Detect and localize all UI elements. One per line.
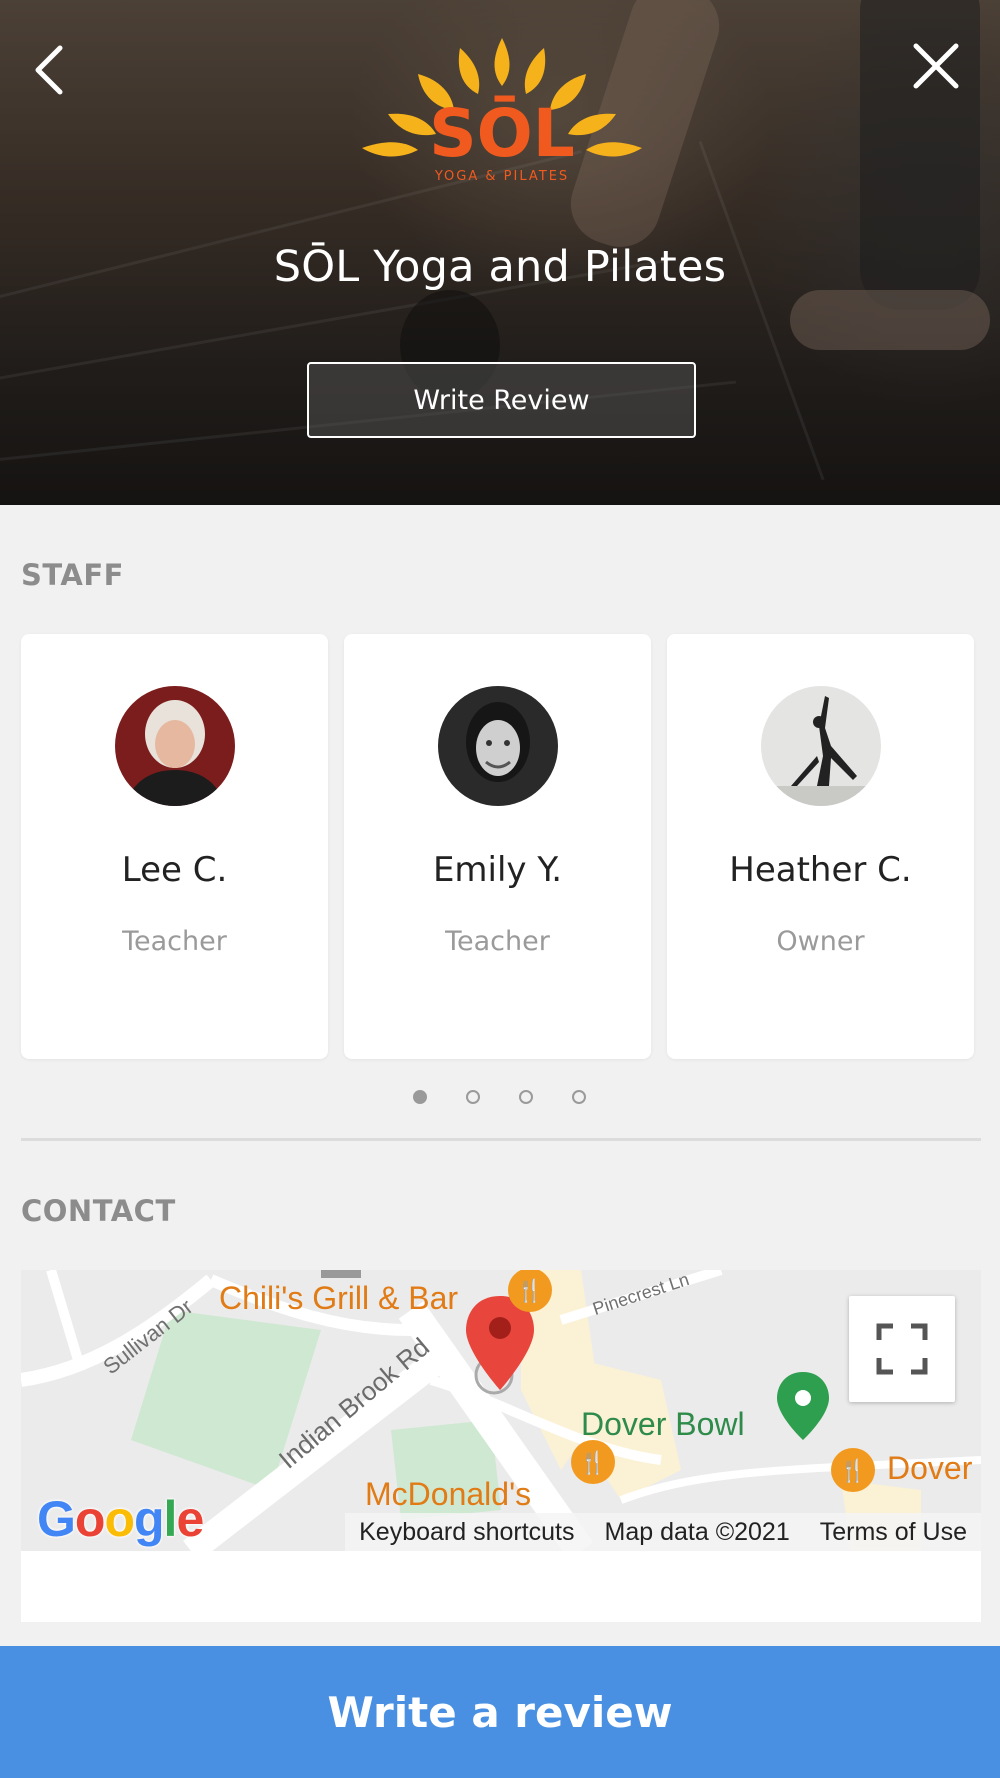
write-review-label: Write Review: [413, 384, 590, 416]
carousel-dot-2[interactable]: [466, 1090, 480, 1104]
map-poi-label[interactable]: McDonald's: [365, 1476, 531, 1513]
close-icon: [913, 43, 959, 89]
fullscreen-icon: [876, 1323, 928, 1375]
business-name: SŌL Yoga and Pilates: [273, 242, 727, 292]
google-logo[interactable]: Google: [37, 1490, 204, 1548]
carousel-pagination: [0, 1090, 1000, 1104]
staff-role: Teacher: [445, 926, 550, 957]
map-poi-label[interactable]: Chili's Grill & Bar: [219, 1280, 458, 1317]
contact-card: 🍴 🍴 🍴 Chili's Grill & Bar Dover Bowl McD…: [21, 1270, 981, 1622]
keyboard-shortcuts-link[interactable]: Keyboard shortcuts: [359, 1518, 574, 1547]
svg-text:SŌL: SŌL: [429, 95, 575, 172]
avatar: [438, 686, 558, 806]
back-button[interactable]: [30, 44, 70, 96]
map-fullscreen-button[interactable]: [849, 1296, 955, 1402]
carousel-dot-4[interactable]: [572, 1090, 586, 1104]
business-detail-page: SŌL YOGA & PILATES SŌL Yoga and Pilates …: [0, 0, 1000, 1778]
staff-name: Lee C.: [121, 850, 228, 890]
svg-text:🍴: 🍴: [516, 1278, 543, 1304]
staff-card[interactable]: Heather C. Owner: [667, 634, 974, 1059]
contact-section-title: CONTACT: [21, 1194, 176, 1228]
section-divider: [21, 1138, 981, 1141]
staff-card[interactable]: Emily Y. Teacher: [344, 634, 651, 1059]
location-map[interactable]: 🍴 🍴 🍴 Chili's Grill & Bar Dover Bowl McD…: [21, 1270, 981, 1551]
write-review-button[interactable]: Write Review: [307, 362, 696, 438]
close-button[interactable]: [912, 42, 960, 90]
avatar: [761, 686, 881, 806]
svg-text:🍴: 🍴: [839, 1458, 866, 1484]
map-poi-label[interactable]: Dover Bowl: [581, 1406, 745, 1443]
hero-banner: SŌL YOGA & PILATES SŌL Yoga and Pilates …: [0, 0, 1000, 505]
carousel-dot-3[interactable]: [519, 1090, 533, 1104]
staff-card[interactable]: Lee C. Teacher: [21, 634, 328, 1059]
staff-role: Owner: [776, 926, 865, 957]
carousel-dot-1[interactable]: [413, 1090, 427, 1104]
map-data-text: Map data ©2021: [604, 1517, 790, 1546]
svg-text:YOGA & PILATES: YOGA & PILATES: [434, 169, 569, 184]
map-attribution-bar: Keyboard shortcuts Map data ©2021 Terms …: [345, 1513, 981, 1551]
write-a-review-button[interactable]: Write a review: [0, 1646, 1000, 1778]
brand-logo: SŌL YOGA & PILATES: [352, 38, 652, 188]
avatar: [115, 686, 235, 806]
staff-name: Emily Y.: [432, 850, 563, 890]
map-poi-label[interactable]: Dover: [887, 1450, 972, 1487]
chevron-left-icon: [35, 45, 63, 95]
staff-section-title: STAFF: [21, 558, 124, 592]
staff-role: Teacher: [122, 926, 227, 957]
terms-of-use-link[interactable]: Terms of Use: [820, 1518, 967, 1547]
write-a-review-label: Write a review: [327, 1687, 673, 1737]
staff-name: Heather C.: [729, 850, 912, 890]
svg-text:🍴: 🍴: [579, 1450, 606, 1476]
